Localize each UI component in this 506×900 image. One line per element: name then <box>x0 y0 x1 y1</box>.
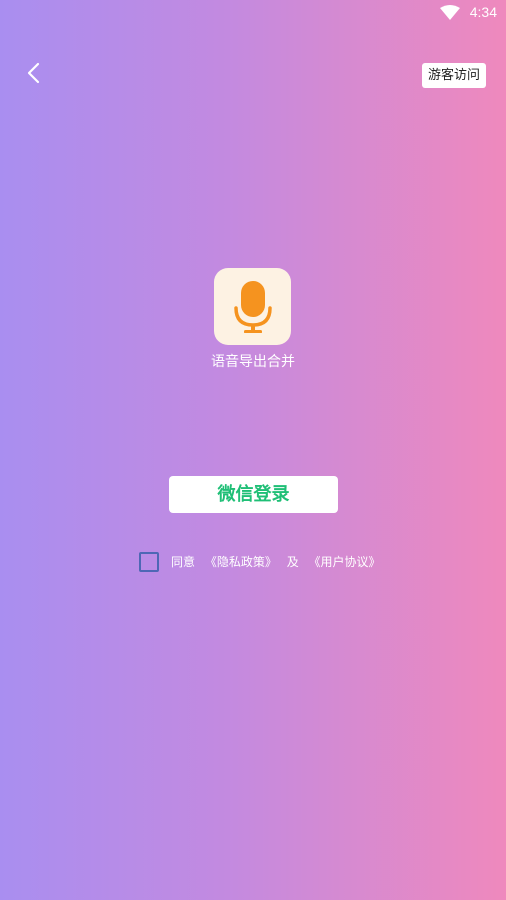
agree-prefix: 同意 <box>171 555 196 569</box>
status-bar: 4:34 <box>0 0 506 26</box>
user-agreement-link[interactable]: 《用户协议》 <box>309 555 381 569</box>
agreement-conjunction: 及 <box>286 555 299 569</box>
privacy-policy-link[interactable]: 《隐私政策》 <box>205 555 277 569</box>
app-logo <box>214 268 291 345</box>
wechat-login-button[interactable]: 微信登录 <box>169 476 338 513</box>
wifi-icon <box>440 5 460 20</box>
agreement-text: 同意 《隐私政策》 及 《用户协议》 <box>171 553 387 570</box>
back-button[interactable] <box>22 60 46 86</box>
agree-checkbox[interactable] <box>139 552 159 572</box>
app-name: 语音导出合并 <box>211 354 295 370</box>
guest-access-button[interactable]: 游客访问 <box>422 63 486 88</box>
status-time: 4:34 <box>469 4 497 20</box>
microphone-icon <box>234 281 272 333</box>
chevron-left-icon <box>27 62 40 84</box>
